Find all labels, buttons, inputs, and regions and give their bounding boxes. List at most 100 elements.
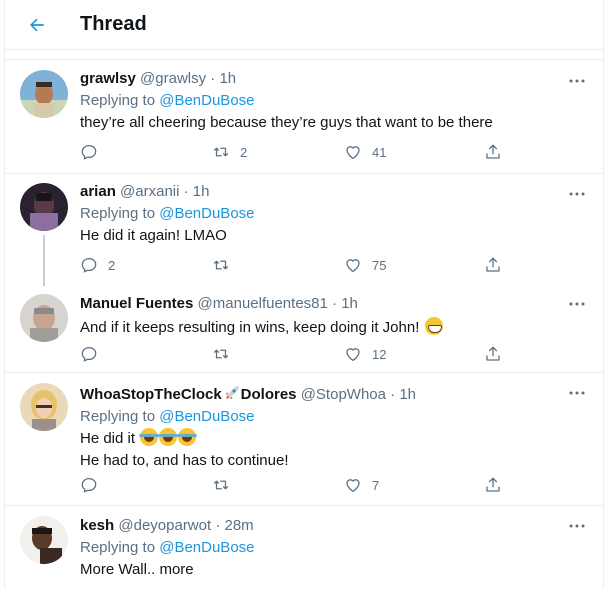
retweet-button[interactable]: 2 xyxy=(212,142,247,162)
tweet-text-line2: He had to, and has to continue! xyxy=(80,452,289,469)
display-name[interactable]: grawlsy xyxy=(80,70,136,87)
tweet[interactable]: arian @arxanii · 1h Replying to @BenDuBo… xyxy=(5,174,603,286)
display-name-part2[interactable]: Dolores xyxy=(241,386,297,403)
avatar-image xyxy=(20,294,68,342)
display-name[interactable]: arian xyxy=(80,183,116,200)
header-divider xyxy=(5,50,603,60)
timestamp[interactable]: 28m xyxy=(225,517,254,534)
tweet[interactable]: WhoaStopTheClock Dolores @StopWhoa · 1h R… xyxy=(5,373,603,506)
display-name-part1[interactable]: WhoaStopTheClock xyxy=(80,386,222,403)
tweet-header: grawlsy @grawlsy · 1h xyxy=(80,69,563,89)
reply-button[interactable] xyxy=(80,142,108,162)
avatar[interactable] xyxy=(20,70,68,118)
tears-of-joy-emoji xyxy=(158,428,179,446)
separator-dot: · xyxy=(390,386,396,403)
page-title: Thread xyxy=(80,13,147,35)
tweet-header: arian @arxanii · 1h xyxy=(80,182,563,202)
tweet-actions: 2 75 xyxy=(80,255,510,275)
more-dots-icon xyxy=(569,79,585,83)
reply-button[interactable] xyxy=(80,344,108,364)
thread-panel: Thread grawlsy @grawlsy · 1h Replying to… xyxy=(4,0,604,589)
avatar-image xyxy=(20,183,68,231)
tweet-text: He did it xyxy=(80,430,136,447)
tweet-content: WhoaStopTheClock Dolores @StopWhoa · 1h R… xyxy=(80,384,563,471)
tweet-text: they’re all cheering because they’re guy… xyxy=(80,114,493,131)
more-button[interactable] xyxy=(567,73,587,89)
timestamp[interactable]: 1h xyxy=(219,70,236,87)
tears-of-joy-emoji xyxy=(177,428,198,446)
like-button[interactable]: 12 xyxy=(344,344,386,364)
timestamp[interactable]: 1h xyxy=(399,386,416,403)
header: Thread xyxy=(5,0,603,50)
tweet-text: More Wall.. more xyxy=(80,561,194,578)
username[interactable]: @manuelfuentes81 xyxy=(198,295,328,312)
share-button[interactable] xyxy=(484,142,502,162)
tweet-actions: 7 xyxy=(80,475,510,495)
tweet-header: Manuel Fuentes @manuelfuentes81 · 1h xyxy=(80,294,563,314)
heart-icon xyxy=(346,259,360,273)
avatar[interactable] xyxy=(20,383,68,431)
more-button[interactable] xyxy=(567,385,587,401)
share-button[interactable] xyxy=(484,344,502,364)
tweet[interactable]: Manuel Fuentes @manuelfuentes81 · 1h And… xyxy=(5,286,603,373)
arrow-left-icon xyxy=(30,18,44,32)
reply-icon xyxy=(81,477,97,493)
mention-link[interactable]: @BenDuBose xyxy=(159,539,254,556)
back-button[interactable] xyxy=(23,11,51,39)
reply-count: 2 xyxy=(108,257,116,273)
replying-to-label: Replying to xyxy=(80,408,156,425)
replying-to-label: Replying to xyxy=(80,539,156,556)
replying-to-label: Replying to xyxy=(80,92,156,109)
share-icon xyxy=(486,477,500,492)
share-button[interactable] xyxy=(484,475,502,495)
tweet[interactable]: kesh @deyoparwot · 28m Replying to @BenD… xyxy=(5,506,603,589)
mention-link[interactable]: @BenDuBose xyxy=(159,92,254,109)
more-button[interactable] xyxy=(567,296,587,312)
reply-button[interactable]: 2 xyxy=(80,255,115,275)
tweet-actions: 12 xyxy=(80,344,510,364)
timestamp[interactable]: 1h xyxy=(341,295,358,312)
retweet-icon xyxy=(213,147,229,157)
heart-icon xyxy=(346,479,360,493)
tweet-actions: 2 41 xyxy=(80,142,510,162)
reply-icon xyxy=(81,144,97,160)
avatar[interactable] xyxy=(20,516,68,564)
more-button[interactable] xyxy=(567,186,587,202)
avatar-image xyxy=(20,516,68,564)
like-count: 12 xyxy=(372,346,387,362)
mention-link[interactable]: @BenDuBose xyxy=(159,205,254,222)
retweet-icon xyxy=(213,480,229,490)
retweet-button[interactable] xyxy=(212,255,240,275)
avatar-image xyxy=(20,70,68,118)
share-button[interactable] xyxy=(484,255,502,275)
tweet-header: WhoaStopTheClock Dolores @StopWhoa · 1h xyxy=(80,384,563,405)
tweet-content: Manuel Fuentes @manuelfuentes81 · 1h And… xyxy=(80,294,563,338)
separator-dot: · xyxy=(183,183,189,200)
timestamp[interactable]: 1h xyxy=(193,183,210,200)
username[interactable]: @deyoparwot xyxy=(118,517,211,534)
like-button[interactable]: 7 xyxy=(344,475,379,495)
tweet-text: And if it keeps resulting in wins, keep … xyxy=(80,319,420,336)
tweet[interactable]: grawlsy @grawlsy · 1h Replying to @BenDu… xyxy=(5,61,603,174)
reply-button[interactable] xyxy=(80,475,108,495)
tears-of-joy-emoji xyxy=(139,428,160,446)
like-button[interactable]: 75 xyxy=(344,255,386,275)
username[interactable]: @grawlsy xyxy=(140,70,206,87)
more-button[interactable] xyxy=(567,518,587,534)
username[interactable]: @arxanii xyxy=(120,183,179,200)
tweet-text: He did it again! LMAO xyxy=(80,227,227,244)
username[interactable]: @StopWhoa xyxy=(301,386,386,403)
replying-to: Replying to @BenDuBose xyxy=(80,538,563,558)
display-name[interactable]: kesh xyxy=(80,517,114,534)
display-name[interactable]: Manuel Fuentes xyxy=(80,295,193,312)
mention-link[interactable]: @BenDuBose xyxy=(159,408,254,425)
replying-to-label: Replying to xyxy=(80,205,156,222)
avatar[interactable] xyxy=(20,183,68,231)
retweet-button[interactable] xyxy=(212,344,240,364)
retweet-button[interactable] xyxy=(212,475,240,495)
avatar[interactable] xyxy=(20,294,68,342)
tweet-content: kesh @deyoparwot · 28m Replying to @BenD… xyxy=(80,516,563,580)
like-button[interactable]: 41 xyxy=(344,142,386,162)
separator-dot: · xyxy=(215,517,221,534)
share-icon xyxy=(486,257,500,272)
